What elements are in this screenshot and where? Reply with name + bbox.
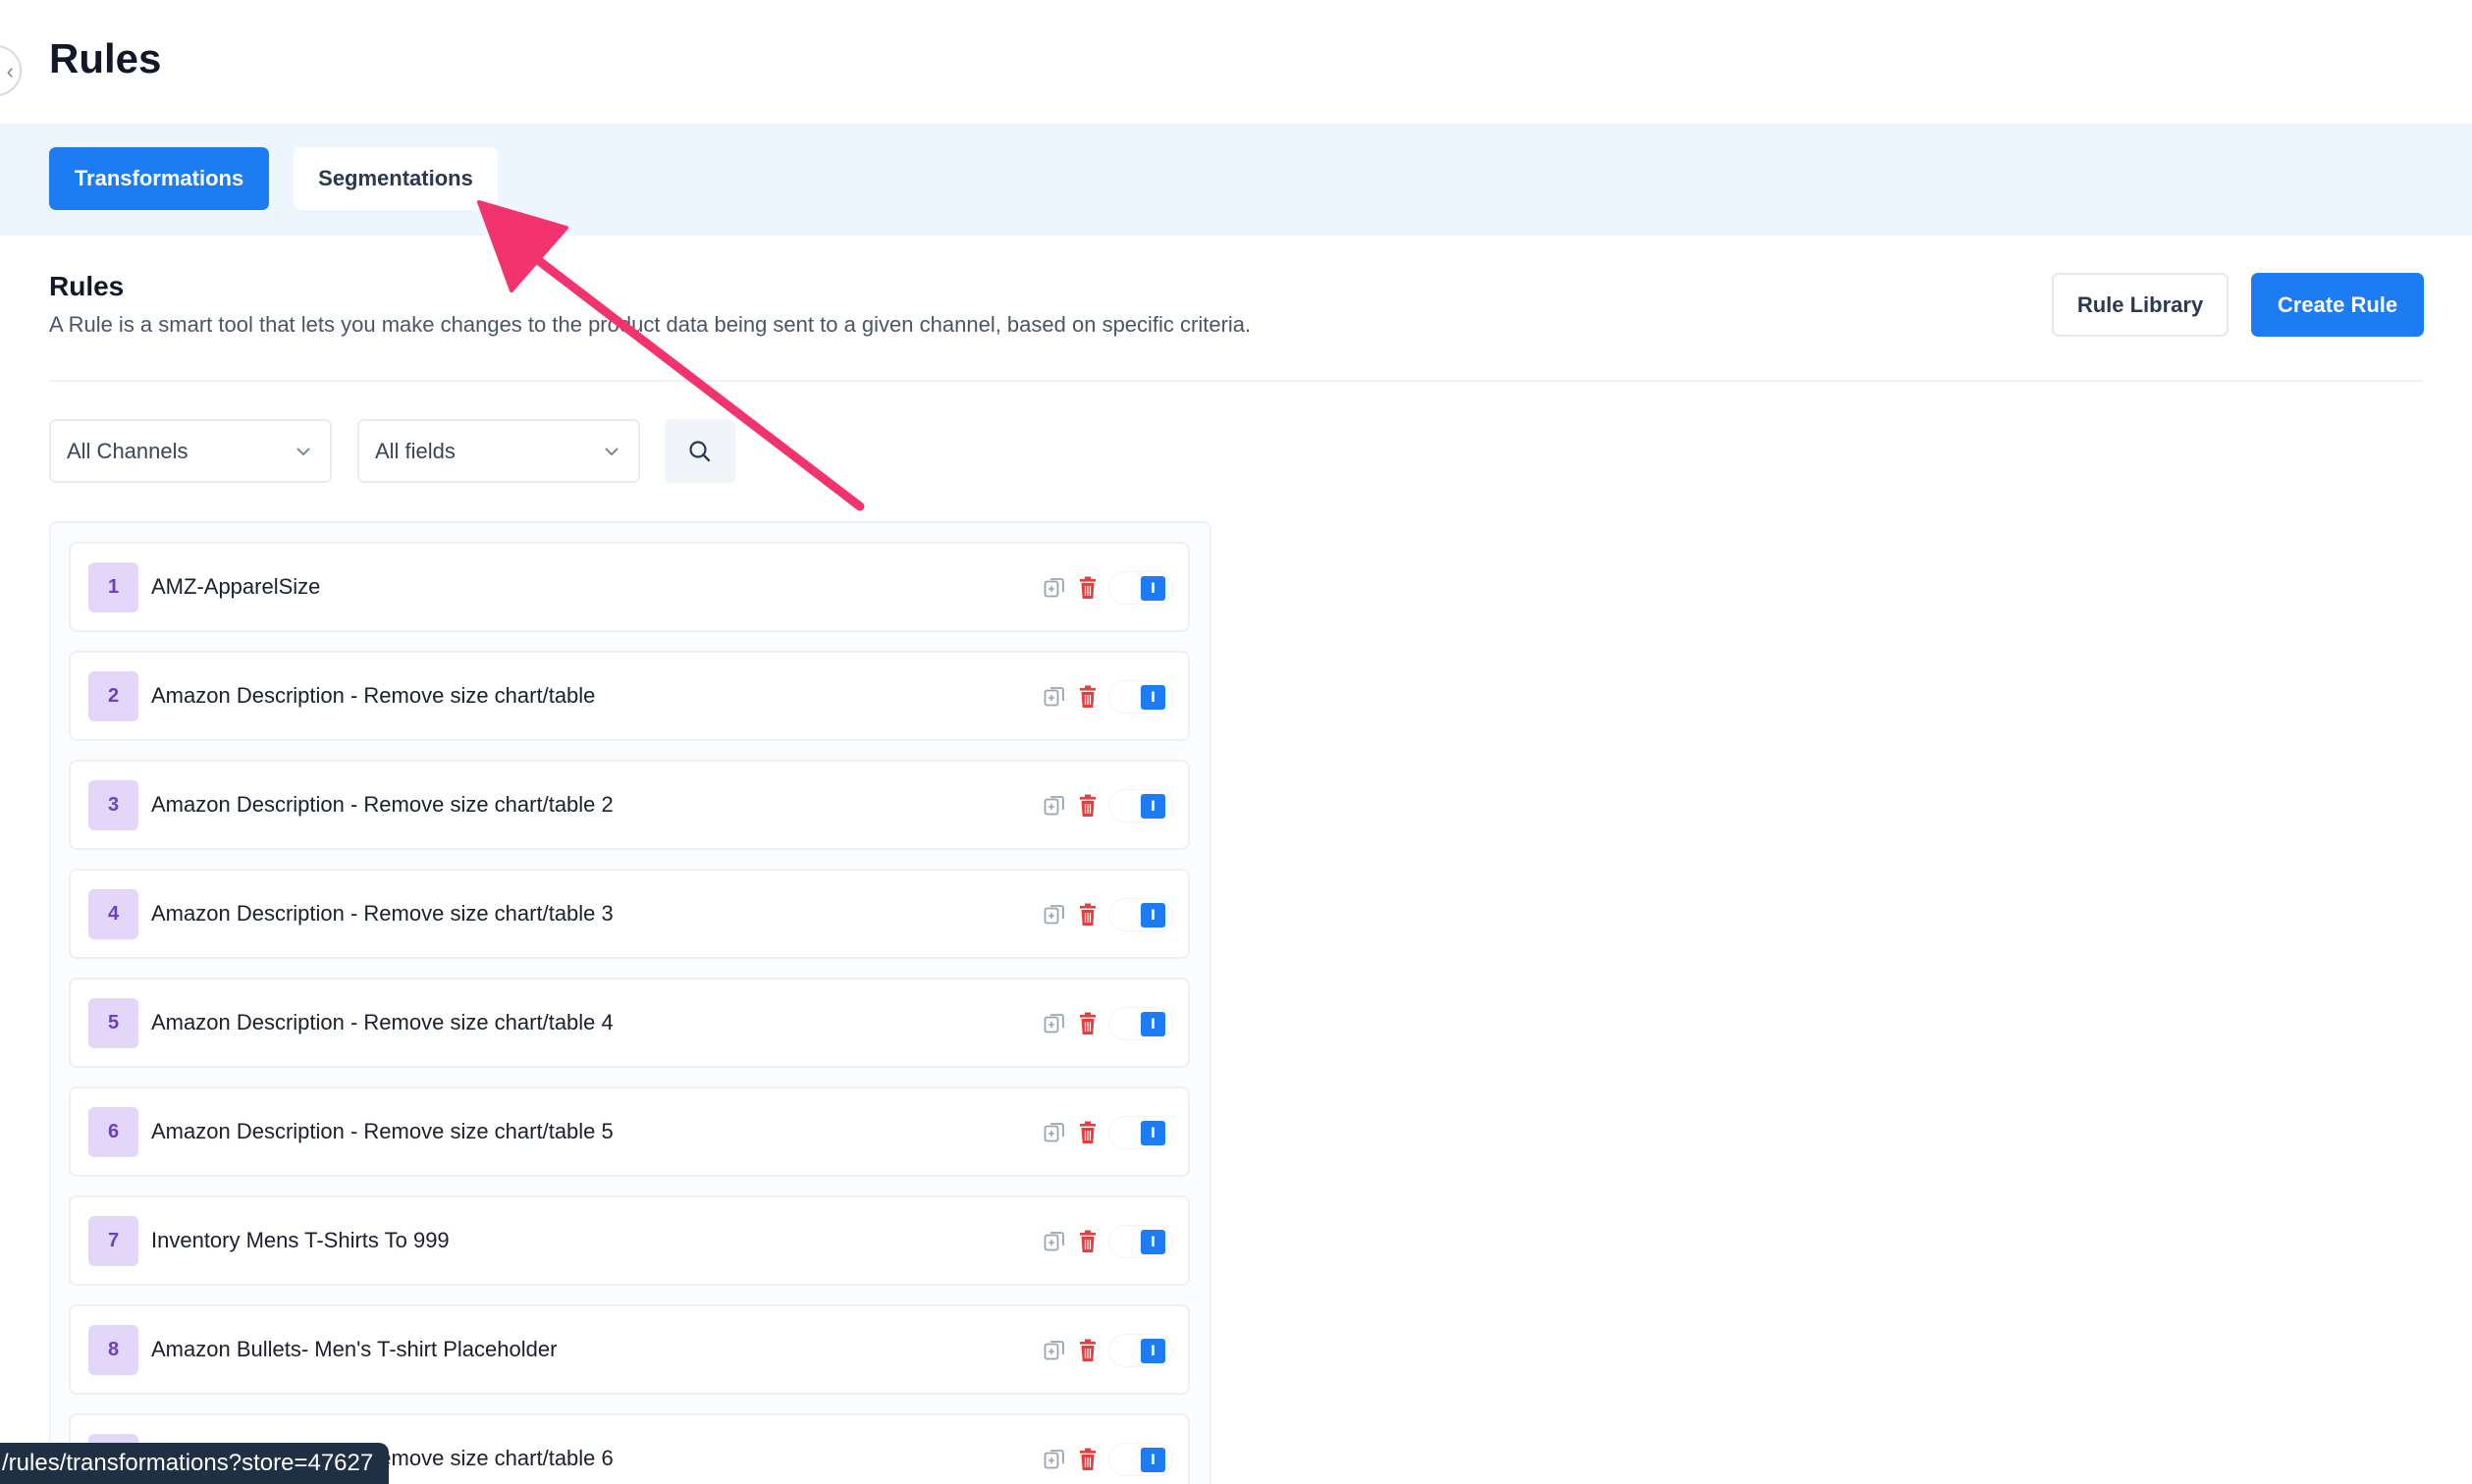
copy-icon[interactable] xyxy=(1043,1012,1066,1035)
toggle-knob: I xyxy=(1141,1230,1165,1254)
page-title: Rules xyxy=(49,35,162,81)
create-rule-button[interactable]: Create Rule xyxy=(2251,273,2424,337)
rule-name[interactable]: Inventory Mens T-Shirts To 999 xyxy=(151,1228,450,1253)
toggle-knob: I xyxy=(1141,903,1165,928)
rule-row[interactable]: 6 Amazon Description - Remove size chart/… xyxy=(69,1086,1190,1177)
copy-icon[interactable] xyxy=(1043,576,1066,600)
tab-transformations[interactable]: Transformations xyxy=(49,147,269,210)
section-title: Rules xyxy=(49,271,125,301)
rule-number-badge: 2 xyxy=(88,671,138,721)
rule-row[interactable]: 1 AMZ-ApparelSize I xyxy=(69,542,1190,632)
rule-number-badge: 7 xyxy=(88,1216,138,1266)
section-description: A Rule is a smart tool that lets you mak… xyxy=(49,312,1252,337)
rule-enabled-toggle[interactable]: I xyxy=(1108,898,1173,931)
toggle-knob: I xyxy=(1141,1121,1165,1145)
toggle-knob: I xyxy=(1141,576,1165,601)
rule-row[interactable]: 7 Inventory Mens T-Shirts To 999 I xyxy=(69,1195,1190,1286)
copy-icon[interactable] xyxy=(1043,794,1066,818)
field-select-value: All fields xyxy=(375,438,456,463)
tab-segmentations[interactable]: Segmentations xyxy=(294,147,498,210)
rule-row[interactable]: 8 Amazon Bullets- Men's T-shirt Placehold… xyxy=(69,1304,1190,1395)
copy-icon[interactable] xyxy=(1043,1230,1066,1253)
trash-icon[interactable] xyxy=(1077,1339,1099,1362)
rule-name[interactable]: Amazon Description - Remove size chart/t… xyxy=(151,792,614,818)
tabs-bar: Transformations Segmentations xyxy=(0,124,2472,236)
rule-number-badge: 3 xyxy=(88,780,138,830)
copy-icon[interactable] xyxy=(1043,903,1066,927)
trash-icon[interactable] xyxy=(1077,903,1099,927)
back-button[interactable]: ‹ xyxy=(0,45,22,96)
channel-select-value: All Channels xyxy=(67,438,188,463)
copy-icon[interactable] xyxy=(1043,1121,1066,1144)
copy-icon[interactable] xyxy=(1043,1448,1066,1471)
trash-icon[interactable] xyxy=(1077,1230,1099,1253)
rule-name[interactable]: AMZ-ApparelSize xyxy=(151,574,320,600)
rule-row[interactable]: 4 Amazon Description - Remove size chart/… xyxy=(69,869,1190,959)
chevron-down-icon xyxy=(296,448,310,456)
rule-number-badge: 8 xyxy=(88,1325,138,1375)
channel-select[interactable]: All Channels xyxy=(49,419,332,483)
rule-number-badge: 5 xyxy=(88,998,138,1048)
trash-icon[interactable] xyxy=(1077,685,1099,709)
rule-row[interactable]: 3 Amazon Description - Remove size chart/… xyxy=(69,760,1190,850)
rule-enabled-toggle[interactable]: I xyxy=(1108,789,1173,822)
status-bar-url: /rules/transformations?store=47627 xyxy=(0,1443,390,1484)
toggle-knob: I xyxy=(1141,1339,1165,1363)
chevron-down-icon xyxy=(605,448,618,456)
trash-icon[interactable] xyxy=(1077,1012,1099,1035)
rule-name[interactable]: Amazon Bullets- Men's T-shirt Placeholde… xyxy=(151,1337,557,1362)
trash-icon[interactable] xyxy=(1077,794,1099,818)
rule-enabled-toggle[interactable]: I xyxy=(1108,1334,1173,1367)
rule-row[interactable]: 2 Amazon Description - Remove size chart/… xyxy=(69,651,1190,741)
rule-enabled-toggle[interactable]: I xyxy=(1108,571,1173,605)
field-select[interactable]: All fields xyxy=(357,419,640,483)
rule-name[interactable]: Amazon Description - Remove size chart/t… xyxy=(151,901,614,927)
search-button[interactable] xyxy=(665,419,735,483)
rule-library-button[interactable]: Rule Library xyxy=(2052,273,2229,337)
rule-number-badge: 1 xyxy=(88,562,138,612)
rule-enabled-toggle[interactable]: I xyxy=(1108,1116,1173,1149)
rule-row[interactable]: 5 Amazon Description - Remove size chart/… xyxy=(69,978,1190,1068)
copy-icon[interactable] xyxy=(1043,685,1066,709)
rule-name[interactable]: Amazon Description - Remove size chart/t… xyxy=(151,1119,614,1144)
copy-icon[interactable] xyxy=(1043,1339,1066,1362)
divider xyxy=(49,380,2423,382)
rule-enabled-toggle[interactable]: I xyxy=(1108,1443,1173,1476)
toggle-knob: I xyxy=(1141,1448,1165,1472)
rule-name[interactable]: Amazon Description - Remove size chart/t… xyxy=(151,1010,614,1035)
rule-name[interactable]: Amazon Description - Remove size chart/t… xyxy=(151,683,595,709)
toggle-knob: I xyxy=(1141,685,1165,710)
trash-icon[interactable] xyxy=(1077,1448,1099,1471)
trash-icon[interactable] xyxy=(1077,1121,1099,1144)
rule-number-badge: 4 xyxy=(88,889,138,939)
rule-enabled-toggle[interactable]: I xyxy=(1108,1007,1173,1040)
toggle-knob: I xyxy=(1141,794,1165,819)
toggle-knob: I xyxy=(1141,1012,1165,1036)
chevron-left-icon: ‹ xyxy=(6,59,14,83)
search-icon xyxy=(689,440,711,461)
rule-enabled-toggle[interactable]: I xyxy=(1108,1225,1173,1258)
rule-enabled-toggle[interactable]: I xyxy=(1108,680,1173,714)
trash-icon[interactable] xyxy=(1077,576,1099,600)
rule-number-badge: 6 xyxy=(88,1107,138,1157)
